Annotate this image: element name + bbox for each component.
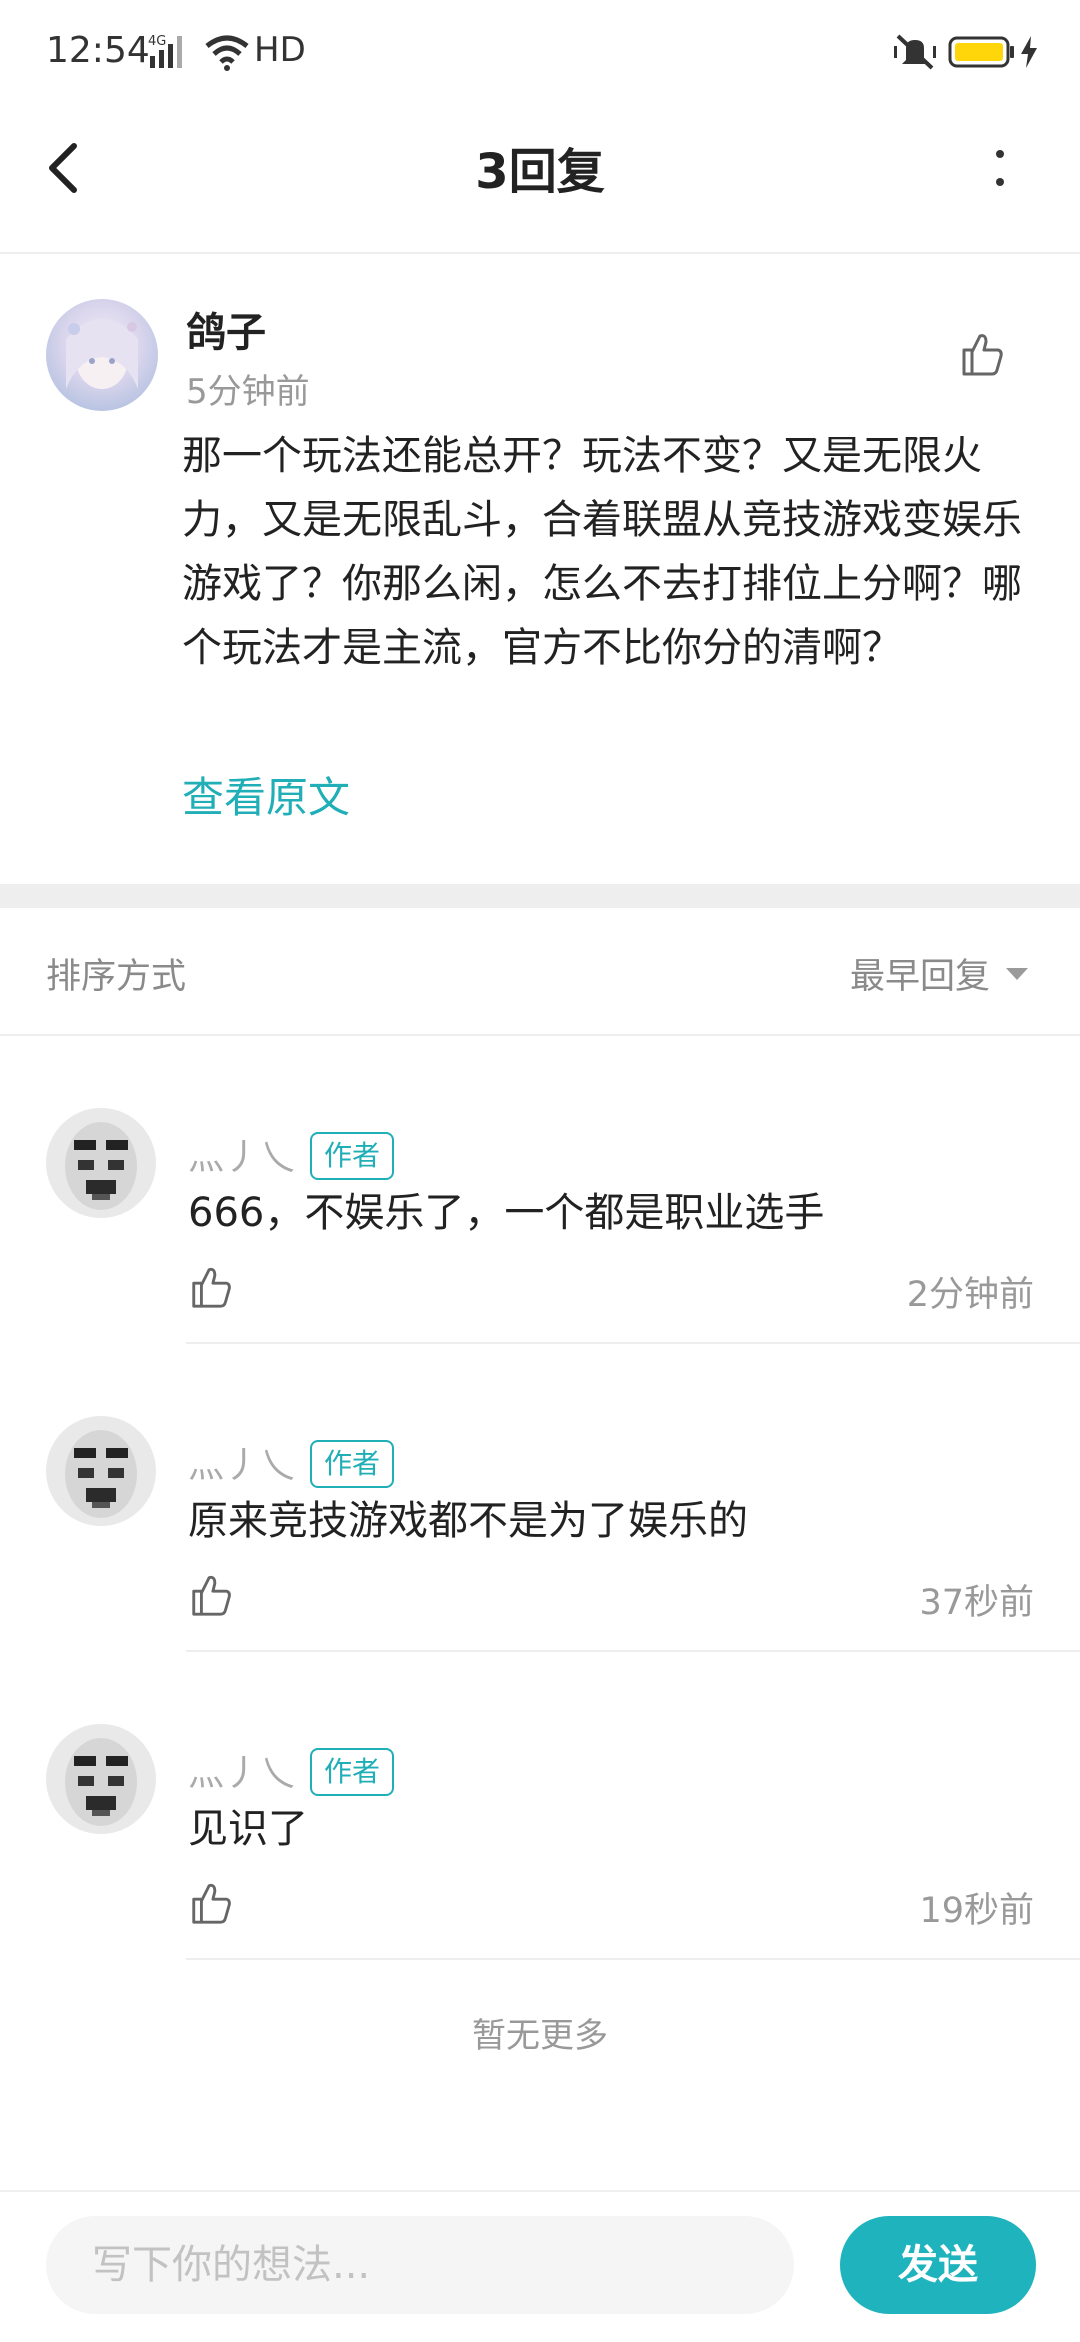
thumbs-up-icon[interactable] — [188, 1880, 234, 1926]
reply-item: 灬丿乀 作者 见识了 19秒前 — [0, 1720, 1080, 2020]
thumbs-up-icon[interactable] — [188, 1572, 234, 1618]
author-badge: 作者 — [310, 1440, 395, 1488]
reply-timestamp: 19秒前 — [919, 1891, 1034, 1931]
wifi-icon — [205, 35, 249, 71]
send-button[interactable]: 发送 — [840, 2216, 1036, 2314]
thumbs-up-icon[interactable] — [958, 330, 1006, 378]
status-bar: 12:54 4G HD — [0, 0, 1080, 110]
thumbs-up-icon[interactable] — [188, 1264, 234, 1310]
sort-label: 排序方式 — [46, 957, 187, 997]
section-divider — [0, 884, 1080, 908]
status-time: 12:54 — [46, 30, 150, 71]
divider — [186, 1958, 1080, 1960]
reply-author-name[interactable]: 灬丿乀 — [188, 1128, 296, 1180]
reply-item: 灬丿乀 作者 666，不娱乐了，一个都是职业选手 2分钟前 — [0, 1104, 1080, 1404]
reply-timestamp: 37秒前 — [919, 1583, 1034, 1623]
reply-item: 灬丿乀 作者 原来竞技游戏都不是为了娱乐的 37秒前 — [0, 1412, 1080, 1712]
reply-text: 原来竞技游戏都不是为了娱乐的 — [188, 1498, 748, 1544]
reply-author-name[interactable]: 灬丿乀 — [188, 1436, 296, 1488]
caret-down-icon[interactable] — [1004, 966, 1030, 982]
reply-timestamp: 2分钟前 — [906, 1275, 1034, 1315]
comment-input[interactable] — [46, 2216, 794, 2314]
more-vertical-icon[interactable] — [982, 148, 1018, 188]
sort-dropdown[interactable]: 最早回复 — [850, 948, 990, 999]
network-label: HD — [254, 30, 306, 70]
divider — [0, 1034, 1080, 1036]
mute-vibrate-icon — [894, 34, 936, 70]
reply-text: 666，不娱乐了，一个都是职业选手 — [188, 1190, 825, 1236]
signal-4g-icon: 4G — [148, 34, 182, 68]
author-badge: 作者 — [310, 1132, 395, 1180]
no-more-label: 暂无更多 — [472, 2016, 608, 2056]
divider — [186, 1650, 1080, 1652]
charging-icon — [1021, 36, 1037, 68]
page-title: 3回复 — [475, 144, 605, 200]
author-badge: 作者 — [310, 1748, 395, 1796]
reply-avatar[interactable] — [46, 1108, 156, 1218]
svg-text:4G: 4G — [148, 34, 166, 49]
battery-icon — [948, 36, 1014, 68]
post-body-text: 那一个玩法还能总开？玩法不变？又是无限火力，又是无限乱斗，合着联盟从竞技游戏变娱… — [182, 433, 1022, 671]
post-author-avatar[interactable] — [46, 299, 158, 411]
reply-text: 见识了 — [188, 1806, 308, 1852]
reply-avatar[interactable] — [46, 1416, 156, 1526]
reply-author-name[interactable]: 灬丿乀 — [188, 1744, 296, 1796]
reply-avatar[interactable] — [46, 1724, 156, 1834]
post-author-name[interactable]: 鸽子 — [186, 300, 266, 358]
divider — [186, 1342, 1080, 1344]
post-timestamp: 5分钟前 — [186, 372, 310, 412]
view-original-link[interactable]: 查看原文 — [182, 764, 350, 825]
